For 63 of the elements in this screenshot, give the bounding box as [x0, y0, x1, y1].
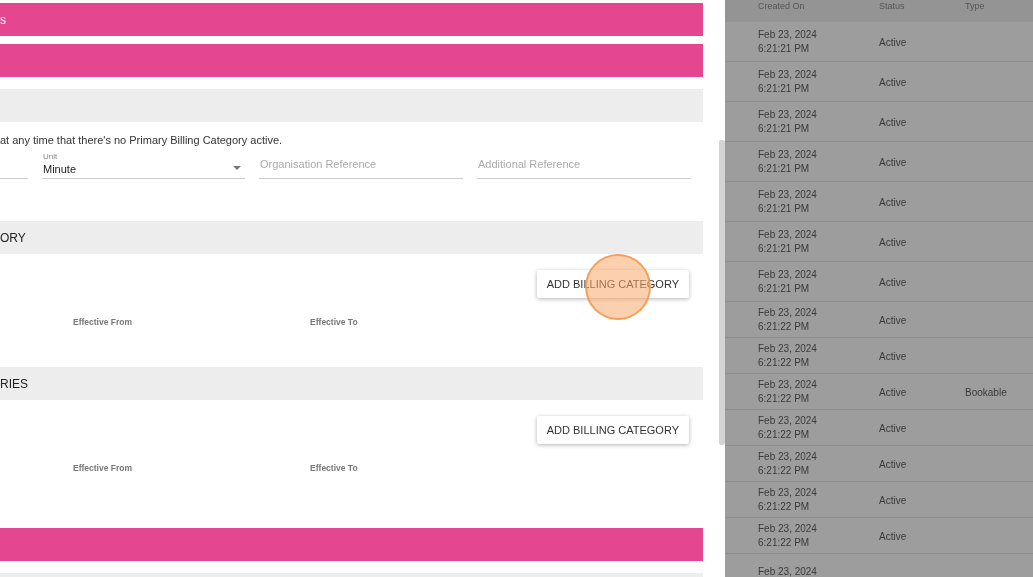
column-header: Effective From — [73, 463, 133, 473]
info-text: at any time that there's no Primary Billing Category active. — [0, 134, 284, 146]
time-text: 6:21:21 PM — [758, 41, 811, 56]
date-text: Feb 23, 2024 — [758, 67, 817, 82]
date-text: Feb 23, 2024 — [758, 564, 817, 577]
status-cell: Active — [879, 421, 907, 434]
time-text: 6:21:22 PM — [758, 463, 811, 478]
column-header: Type — [965, 1, 985, 12]
status-cell: Active — [879, 155, 907, 168]
field-placeholder: Organisation Reference — [260, 158, 378, 170]
date-text: Feb 23, 2024 — [758, 449, 817, 464]
status-cell: Active — [879, 313, 907, 326]
section-title: RIES — [0, 376, 28, 391]
date-text: Feb 23, 2024 — [758, 227, 817, 242]
column-header: Effective From — [73, 317, 133, 327]
time-text: 6:21:22 PM — [758, 427, 811, 442]
date-text: Feb 23, 2024 — [758, 377, 817, 392]
type-cell: Bookable — [965, 385, 1007, 398]
time-text: 6:21:22 PM — [758, 499, 811, 514]
column-header: Effective To — [310, 317, 358, 327]
date-text: Feb 23, 2024 — [758, 413, 817, 428]
status-cell: Active — [879, 115, 907, 128]
date-text: Feb 23, 2024 — [758, 485, 817, 500]
status-cell: Active — [879, 235, 907, 248]
time-text: 6:21:21 PM — [758, 281, 811, 296]
date-text: Feb 23, 2024 — [758, 521, 817, 536]
field-label: Unit — [43, 152, 58, 161]
date-text: Feb 23, 2024 — [758, 267, 817, 282]
column-header: Status — [879, 1, 905, 12]
time-text: 6:21:22 PM — [758, 319, 811, 334]
time-text: 6:21:21 PM — [758, 81, 811, 96]
date-text: Feb 23, 2024 — [758, 27, 817, 42]
status-cell: Active — [879, 75, 907, 88]
time-text: 6:21:21 PM — [758, 121, 811, 136]
time-text: 6:21:22 PM — [758, 391, 811, 406]
section-title: ORY — [0, 230, 26, 245]
time-text: 6:21:21 PM — [758, 241, 811, 256]
scrollbar-thumb[interactable] — [719, 140, 725, 445]
time-text: 6:21:21 PM — [758, 161, 811, 176]
date-text: Feb 23, 2024 — [758, 187, 817, 202]
time-text: 6:21:22 PM — [758, 535, 811, 550]
date-text: Feb 23, 2024 — [758, 341, 817, 356]
field-value: Minute — [43, 163, 77, 175]
dropdown-caret-icon — [233, 166, 241, 170]
date-text: Feb 23, 2024 — [758, 107, 817, 122]
status-cell: Active — [879, 195, 907, 208]
status-cell: Active — [879, 275, 907, 288]
date-text: Feb 23, 2024 — [758, 147, 817, 162]
add-billing-category-button[interactable]: ADD BILLING CATEGORY — [536, 416, 689, 444]
column-header: Effective To — [310, 463, 358, 473]
status-cell: Active — [879, 457, 907, 470]
time-text: 6:21:22 PM — [758, 355, 811, 370]
unit-select[interactable]: Unit Minute — [42, 152, 245, 179]
status-cell: Active — [879, 493, 907, 506]
status-cell: Active — [879, 35, 907, 48]
status-cell: Active — [879, 529, 907, 542]
banner-title: s — [0, 12, 6, 27]
date-text: Feb 23, 2024 — [758, 305, 817, 320]
status-cell: Active — [879, 385, 907, 398]
time-text: 6:21:21 PM — [758, 201, 811, 216]
status-cell: Active — [879, 349, 907, 362]
add-billing-category-button[interactable]: ADD BILLING CATEGORY — [536, 270, 689, 298]
field-placeholder: Additional Reference — [478, 158, 582, 170]
